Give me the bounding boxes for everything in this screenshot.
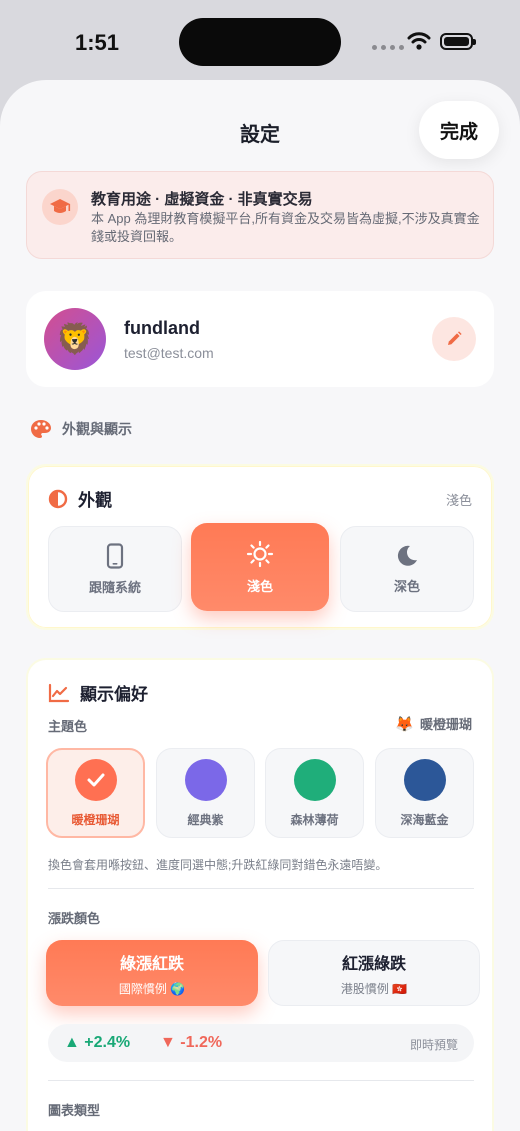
trend-preview: ▲ +2.4% ▼ -1.2% 即時預覽 — [48, 1024, 474, 1062]
section-label: 外觀與顯示 — [62, 421, 132, 437]
preview-down: ▼ -1.2% — [160, 1034, 223, 1051]
display-prefs-header: 顯示偏好 — [48, 680, 148, 705]
phone-icon — [106, 542, 124, 569]
status-bar: 1:51 — [0, 0, 520, 80]
battery-icon — [440, 33, 476, 50]
done-button[interactable]: 完成 — [419, 101, 499, 159]
theme-swatch-purple[interactable]: 經典紫 — [156, 748, 255, 838]
appearance-card: 外觀 淺色 跟隨系統 淺色 深色 — [26, 464, 494, 630]
color-dot — [184, 758, 227, 801]
appearance-header: 外觀 — [48, 486, 112, 511]
color-dot — [403, 758, 446, 801]
theme-swatch-navy[interactable]: 深海藍金 — [375, 748, 474, 838]
trend-option-red-up[interactable]: 紅漲綠跌 港股慣例 🇭🇰 — [268, 940, 480, 1006]
display-preferences-card: 顯示偏好 主題色 🦊 暖橙珊瑚 暖橙珊瑚 經典紫 森林薄荷 深海藍金 換色會套用… — [26, 658, 494, 1131]
trend-option-subtitle: 港股慣例 🇭🇰 — [340, 981, 408, 996]
wifi-icon — [407, 32, 431, 50]
color-dot — [293, 758, 336, 801]
dynamic-island — [179, 18, 341, 66]
trend-option-title: 紅漲綠跌 — [341, 955, 406, 973]
option-label: 跟隨系統 — [88, 579, 141, 595]
palette-icon — [31, 420, 51, 438]
preview-up: ▲ +2.4% — [64, 1034, 131, 1051]
trend-option-green-up[interactable]: 綠漲紅跌 國際慣例 🌍 — [46, 940, 258, 1006]
trend-color-label: 漲跌顏色 — [48, 911, 101, 926]
graduation-cap-icon — [42, 189, 78, 225]
signal-icon — [372, 45, 404, 50]
display-prefs-title: 顯示偏好 — [80, 685, 148, 704]
trend-chart-icon — [48, 683, 70, 702]
appearance-option-system[interactable]: 跟隨系統 — [48, 526, 182, 612]
theme-selected-indicator: 🦊 暖橙珊瑚 — [395, 714, 472, 733]
fox-icon: 🦊 — [395, 715, 414, 733]
theme-swatch-mint[interactable]: 森林薄荷 — [265, 748, 364, 838]
edit-profile-button[interactable] — [432, 317, 476, 361]
status-time: 1:51 — [75, 30, 120, 55]
avatar: 🦁 — [44, 308, 106, 370]
theme-swatch-coral[interactable]: 暖橙珊瑚 — [46, 748, 145, 838]
divider — [48, 1080, 474, 1081]
user-name: fundland — [124, 318, 200, 338]
sun-icon — [246, 540, 274, 567]
option-label: 淺色 — [246, 578, 273, 594]
trend-option-title: 綠漲紅跌 — [119, 955, 184, 973]
theme-hint: 換色會套用喺按鈕、進度同選中態;升跌紅綠同對錯色永遠唔變。 — [48, 858, 388, 872]
preview-label: 即時預覽 — [409, 1038, 458, 1052]
disclaimer-body: 本 App 為理財教育模擬平台,所有資金及交易皆為虛擬,不涉及真實金錢或投資回報… — [91, 211, 480, 244]
moon-icon — [397, 545, 417, 566]
appearance-option-dark[interactable]: 深色 — [340, 526, 474, 612]
swatch-label: 經典紫 — [187, 812, 224, 827]
disclaimer-banner: 教育用途 · 虛擬資金 · 非真實交易 本 App 為理財教育模擬平台,所有資金… — [26, 171, 494, 259]
profile-card: 🦁 fundland test@test.com — [26, 291, 494, 387]
settings-sheet: 設定 完成 教育用途 · 虛擬資金 · 非真實交易 本 App 為理財教育模擬平… — [0, 80, 520, 1131]
swatch-label: 森林薄荷 — [290, 812, 339, 827]
appearance-option-light[interactable]: 淺色 — [191, 523, 329, 611]
user-email: test@test.com — [124, 345, 214, 361]
theme-selected-label: 暖橙珊瑚 — [419, 717, 472, 732]
appearance-current: 淺色 — [445, 493, 472, 508]
chart-type-label: 圖表類型 — [48, 1103, 101, 1118]
swatch-label: 暖橙珊瑚 — [71, 812, 120, 827]
pencil-icon — [448, 331, 462, 345]
appearance-title: 外觀 — [78, 491, 112, 510]
disclaimer-title: 教育用途 · 虛擬資金 · 非真實交易 — [91, 191, 313, 208]
trend-option-subtitle: 國際慣例 🌍 — [118, 981, 186, 996]
option-label: 深色 — [393, 578, 420, 594]
contrast-icon — [48, 489, 68, 508]
swatch-label: 深海藍金 — [400, 812, 449, 827]
theme-color-label: 主題色 — [48, 719, 88, 734]
divider — [48, 888, 474, 889]
check-icon — [74, 758, 117, 801]
section-appearance-display: 外觀與顯示 — [30, 419, 132, 439]
